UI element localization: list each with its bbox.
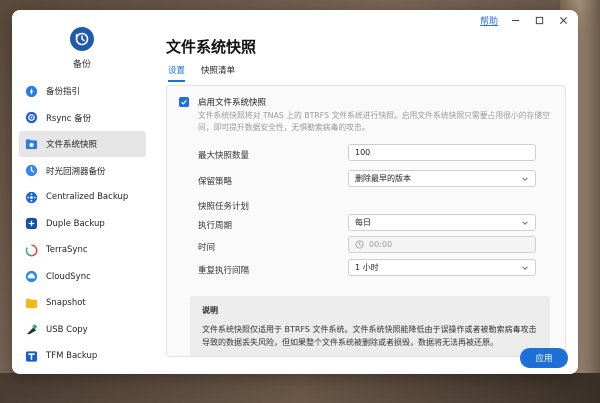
- info-title: 说明: [202, 306, 218, 315]
- sidebar-item-fs-snapshot[interactable]: 文件系统快照: [19, 131, 146, 157]
- schedule-heading: 快照任务计划: [198, 202, 250, 212]
- max-snapshots-value[interactable]: [355, 148, 535, 157]
- sidebar-item-terrasync[interactable]: TerraSync: [19, 237, 146, 263]
- main-content: 文件系统快照 设置 快照清单 启用文件系统快照 文件系统快照将对 TNAS 上的…: [162, 10, 578, 374]
- time-picker[interactable]: 00:00: [348, 236, 536, 253]
- sidebar-item-label: CloudSync: [46, 271, 91, 282]
- sidebar-item-centralized-backup[interactable]: Centralized Backup: [19, 184, 146, 210]
- retention-policy-value: 删除最早的版本: [355, 174, 411, 183]
- tab-snapshot-list[interactable]: 快照清单: [201, 64, 235, 82]
- sidebar-nav: 备份指引 Rsync 备份 文件系统快照 时光回溯器备份 Centralized…: [19, 78, 146, 370]
- terrasync-icon: [25, 244, 38, 257]
- sidebar-item-cloudsync[interactable]: CloudSync: [19, 264, 146, 290]
- chevron-down-icon: [522, 266, 528, 270]
- apply-button[interactable]: 应用: [520, 348, 568, 368]
- checkmark-icon: [181, 100, 187, 105]
- chevron-down-icon: [522, 221, 528, 225]
- rsync-icon: [25, 111, 38, 124]
- clock-icon: [355, 240, 364, 249]
- snapshot-icon: [25, 297, 38, 310]
- sidebar-item-label: TFM Backup: [46, 351, 98, 361]
- compass-icon: [25, 85, 38, 98]
- repeat-interval-select[interactable]: 1 小时: [348, 259, 536, 276]
- sidebar-item-usb-copy[interactable]: USB Copy: [19, 317, 146, 343]
- sidebar-item-backup-guide[interactable]: 备份指引: [19, 78, 146, 104]
- centralized-backup-icon: [25, 191, 38, 204]
- cloudsync-icon: [25, 270, 38, 283]
- sidebar-item-label: 备份指引: [46, 87, 81, 97]
- sidebar-item-duple-backup[interactable]: Duple Backup: [19, 211, 146, 237]
- period-value: 每日: [355, 218, 371, 227]
- time-machine-icon: [25, 164, 38, 177]
- time-value: 00:00: [369, 240, 393, 249]
- tab-bar: 设置 快照清单: [168, 64, 235, 82]
- snapshot-description: 文件系统快照将对 TNAS 上的 BTRFS 文件系统进行快照。启用文件系统快照…: [198, 111, 550, 132]
- period-select[interactable]: 每日: [348, 214, 536, 231]
- sidebar-item-tfm-backup[interactable]: TFM Backup: [19, 343, 146, 369]
- sidebar: 备份 备份指引 Rsync 备份 文件系统快照 时光回溯器备份 Centrali…: [12, 10, 152, 374]
- repeat-interval-label: 重复执行间隔: [198, 266, 250, 276]
- period-label: 执行周期: [198, 221, 233, 231]
- info-box: 说明 文件系统快照仅适用于 BTRFS 文件系统。文件系统快照能降低由于误操作或…: [190, 296, 550, 356]
- max-snapshots-input[interactable]: [348, 144, 536, 161]
- enable-snapshot-checkbox[interactable]: [179, 97, 189, 107]
- settings-panel: 启用文件系统快照 文件系统快照将对 TNAS 上的 BTRFS 文件系统进行快照…: [166, 85, 566, 357]
- sidebar-item-label: TerraSync: [46, 245, 88, 255]
- repeat-interval-value: 1 小时: [355, 263, 379, 272]
- info-text: 文件系统快照仅适用于 BTRFS 文件系统。文件系统快照能降低由于误操作或者被勒…: [202, 325, 537, 347]
- retention-policy-label: 保留策略: [198, 177, 233, 187]
- sidebar-item-label: Centralized Backup: [46, 192, 129, 202]
- time-label: 时间: [198, 243, 216, 253]
- chevron-down-icon: [522, 177, 528, 181]
- enable-snapshot-row: 启用文件系统快照: [179, 96, 266, 108]
- tab-settings[interactable]: 设置: [168, 64, 186, 82]
- sidebar-item-label: 时光回溯器备份: [46, 166, 106, 177]
- tfm-backup-icon: [25, 350, 38, 363]
- sidebar-item-label: USB Copy: [46, 324, 88, 335]
- duple-backup-icon: [25, 217, 38, 230]
- sidebar-item-snapshot[interactable]: Snapshot: [19, 290, 146, 316]
- max-snapshots-label: 最大快照数量: [198, 151, 250, 161]
- backup-app-icon: [70, 27, 94, 51]
- page-title: 文件系统快照: [166, 38, 257, 56]
- usb-copy-icon: [25, 323, 38, 336]
- app-name: 备份: [72, 60, 91, 70]
- app-window: 帮助 备份 备份指引 Rsync 备份 文件系统快照 时光回溯器备份 Centr…: [12, 10, 578, 374]
- sidebar-item-label: Duple Backup: [46, 218, 105, 229]
- enable-snapshot-label: 启用文件系统快照: [198, 98, 267, 108]
- sidebar-item-time-machine[interactable]: 时光回溯器备份: [19, 158, 146, 184]
- snapshot-folder-icon: [25, 138, 38, 151]
- sidebar-item-label: 文件系统快照: [46, 140, 98, 150]
- retention-policy-select[interactable]: 删除最早的版本: [348, 170, 536, 187]
- sidebar-item-rsync[interactable]: Rsync 备份: [19, 105, 146, 131]
- sidebar-item-label: Snapshot: [46, 298, 86, 308]
- sidebar-item-label: Rsync 备份: [46, 113, 92, 124]
- background-bottom: [0, 373, 600, 403]
